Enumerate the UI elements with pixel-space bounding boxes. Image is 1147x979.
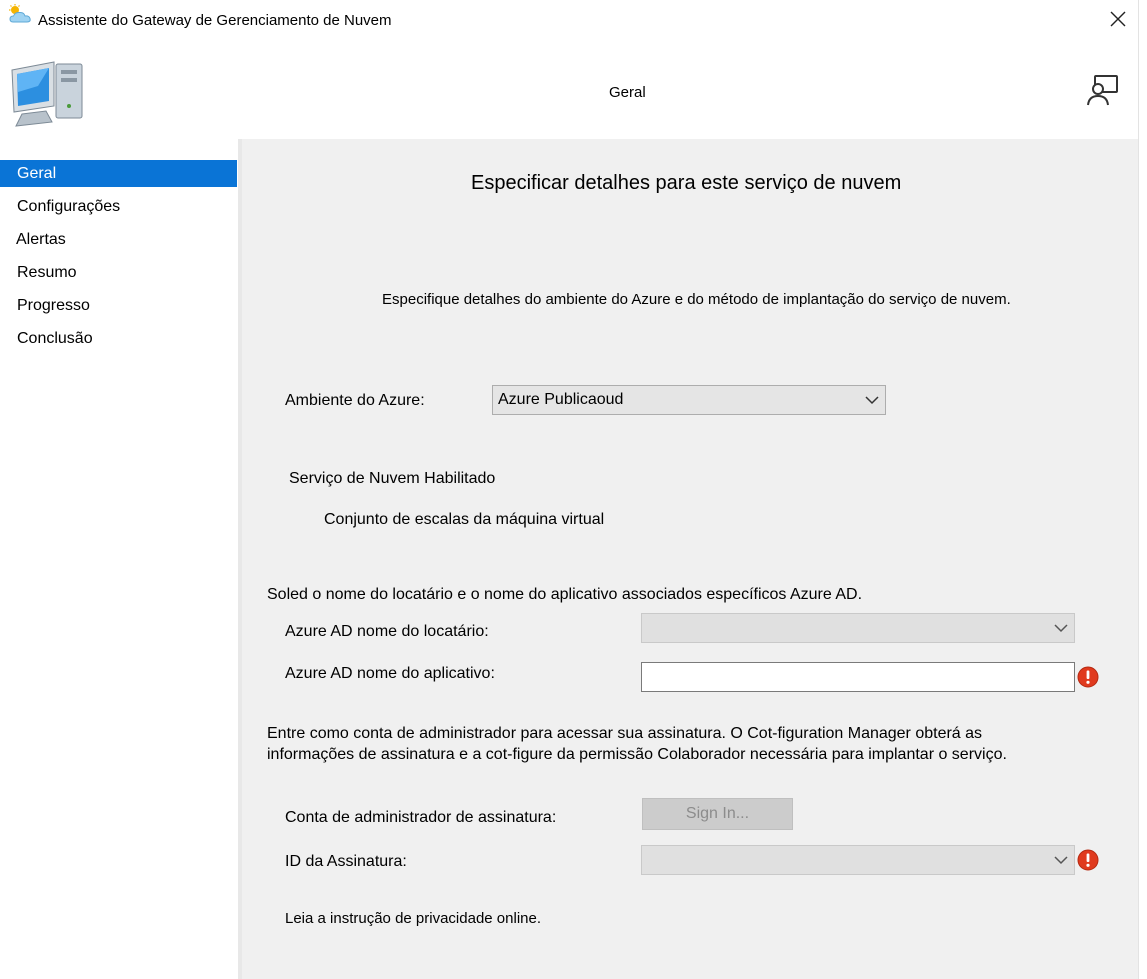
window-edge [1138,0,1147,979]
subscription-label: ID da Assinatura: [285,853,407,870]
wizard-sidebar: Geral Configurações Alertas Resumo Progr… [0,139,238,979]
error-icon [1077,666,1099,688]
signin-text-line-2: informações de assinatura e a cot-figure… [267,746,1007,763]
app-name-input[interactable] [641,662,1075,692]
chevron-down-icon [1054,856,1068,865]
error-icon [1077,849,1099,871]
tenant-select[interactable] [641,613,1075,643]
sidebar-item-geral[interactable]: Geral [0,160,237,187]
header-title: Geral [609,84,646,101]
window-title: Assistente do Gateway de Gerenciamento d… [38,12,392,29]
chevron-down-icon [865,396,879,405]
vmss-option[interactable]: Conjunto de escalas da máquina virtual [324,511,604,529]
sign-in-button[interactable]: Sign In... [642,798,793,830]
signin-text-line-1: Entre como conta de administrador para a… [267,725,983,742]
azure-env-select[interactable]: Azure Publicaoud [492,385,886,415]
azure-env-label: Ambiente do Azure: [285,392,425,409]
wizard-content: Especificar detalhes para este serviço d… [242,139,1138,979]
cloud-sun-icon [9,4,31,23]
sidebar-item-resumo[interactable]: Resumo [0,259,237,286]
close-button[interactable] [1098,0,1138,38]
admin-account-label: Conta de administrador de assinatura: [285,809,557,826]
app-label: Azure AD nome do aplicativo: [285,665,495,682]
tenant-label: Azure AD nome do locatário: [285,623,489,640]
computer-icon [11,61,83,127]
subscription-select[interactable] [641,845,1075,875]
intro-text: Especifique detalhes do ambiente do Azur… [382,291,1011,308]
chevron-down-icon [1054,624,1068,633]
cloud-service-label: Serviço de Nuvem Habilitado [289,470,496,487]
sidebar-item-alertas[interactable]: Alertas [0,226,237,253]
page-heading: Especificar detalhes para este serviço d… [471,172,902,194]
close-icon [1110,11,1126,27]
title-bar: Assistente do Gateway de Gerenciamento d… [0,0,1147,42]
help-person-icon[interactable] [1085,72,1121,108]
sidebar-item-configuracoes[interactable]: Configurações [0,193,237,220]
privacy-link[interactable]: Leia a instrução de privacidade online. [285,910,541,927]
aad-section-text: Soled o nome do locatário e o nome do ap… [267,586,863,603]
azure-env-value: Azure Publicaoud [498,391,624,408]
sidebar-item-conclusao[interactable]: Conclusão [0,325,237,352]
sidebar-item-progresso[interactable]: Progresso [0,292,237,319]
wizard-header: Geral [0,42,1138,139]
